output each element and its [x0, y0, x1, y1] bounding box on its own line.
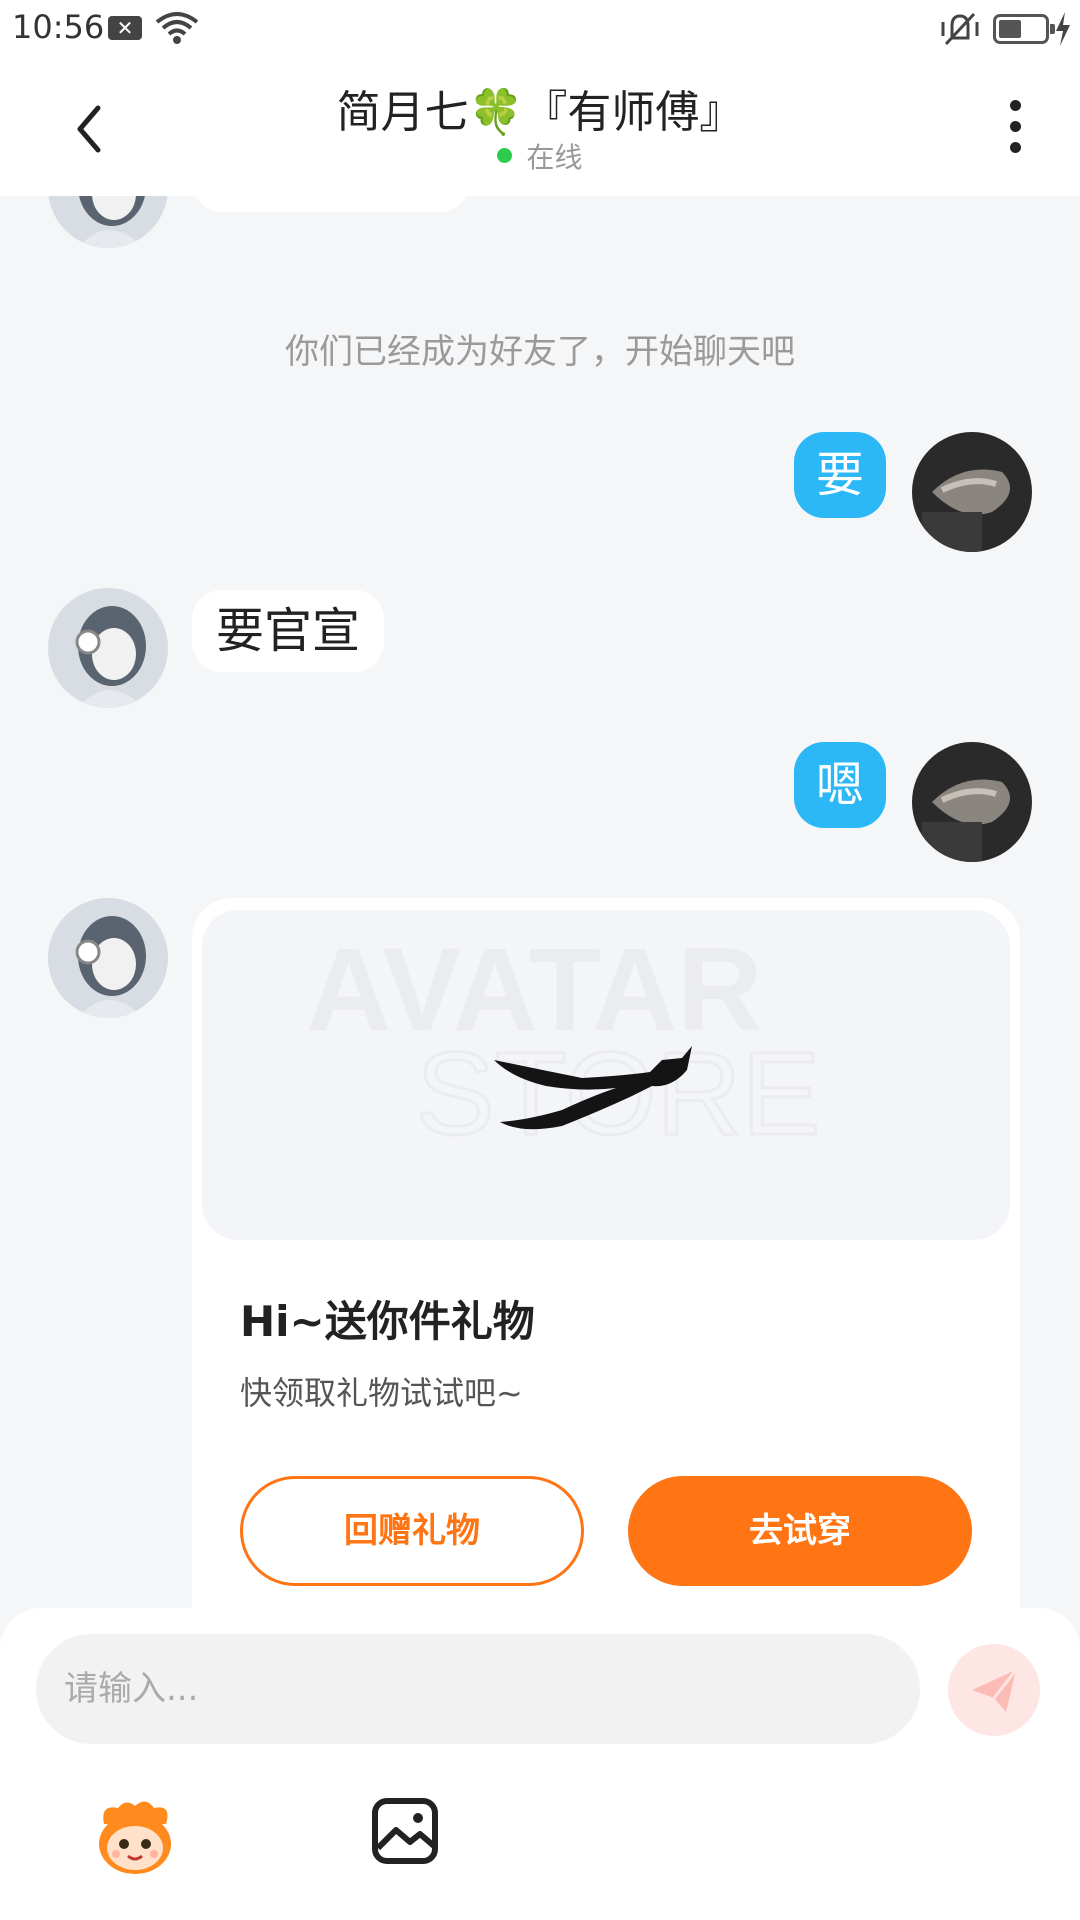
try-on-button[interactable]: 去试穿 — [628, 1476, 972, 1586]
more-options-button[interactable] — [995, 94, 1035, 164]
online-status-label: 在线 — [526, 141, 583, 174]
message-bubble-right[interactable]: 要 — [794, 432, 886, 518]
online-status: 在线 — [0, 136, 1080, 176]
system-message: 你们已经成为好友了，开始聊天吧 — [285, 332, 795, 372]
message-bubble-left[interactable]: 要官宣 — [192, 590, 385, 672]
charging-icon — [1056, 12, 1070, 46]
online-dot-icon — [497, 147, 513, 163]
vibrate-silent-icon — [941, 12, 979, 46]
image-picker-icon[interactable] — [370, 1796, 440, 1866]
return-gift-button[interactable]: 回赠礼物 — [240, 1476, 584, 1586]
contact-name: 简月七🍀『有师傅』 — [336, 87, 744, 138]
gift-subtitle: 快领取礼物试试吧~ — [240, 1374, 523, 1412]
message-input[interactable] — [36, 1634, 920, 1744]
notification-badge-icon: ✕ — [108, 16, 142, 40]
send-button[interactable] — [948, 1644, 1040, 1736]
gift-image: AVATAR STORE — [202, 910, 1010, 1240]
battery-icon — [993, 14, 1055, 44]
message-bubble-right[interactable]: 嗯 — [794, 742, 886, 828]
input-area — [0, 1608, 1080, 1920]
gift-title: Hi~送你件礼物 — [240, 1297, 535, 1346]
chat-header: 简月七🍀『有师傅』 在线 — [0, 56, 1080, 196]
contact-avatar[interactable] — [48, 588, 168, 708]
my-avatar[interactable] — [912, 742, 1032, 862]
contact-avatar[interactable] — [48, 898, 168, 1018]
gift-card[interactable]: AVATAR STORE Hi~送你件礼物 快领取礼物试试吧~ 回赠礼物 去试穿 — [192, 898, 1020, 1608]
previous-bubble — [192, 196, 470, 212]
status-time: 10:56 — [12, 8, 105, 46]
contact-avatar[interactable] — [48, 196, 168, 248]
wifi-icon — [155, 12, 199, 44]
sticker-mascot-icon[interactable] — [90, 1794, 180, 1878]
chat-messages[interactable]: 你们已经成为好友了，开始聊天吧 要 要官宣 嗯 AVATAR STORE Hi~… — [0, 196, 1080, 1608]
status-bar: 10:56 ✕ — [0, 0, 1080, 56]
send-icon — [972, 1669, 1018, 1712]
my-avatar[interactable] — [912, 432, 1032, 552]
